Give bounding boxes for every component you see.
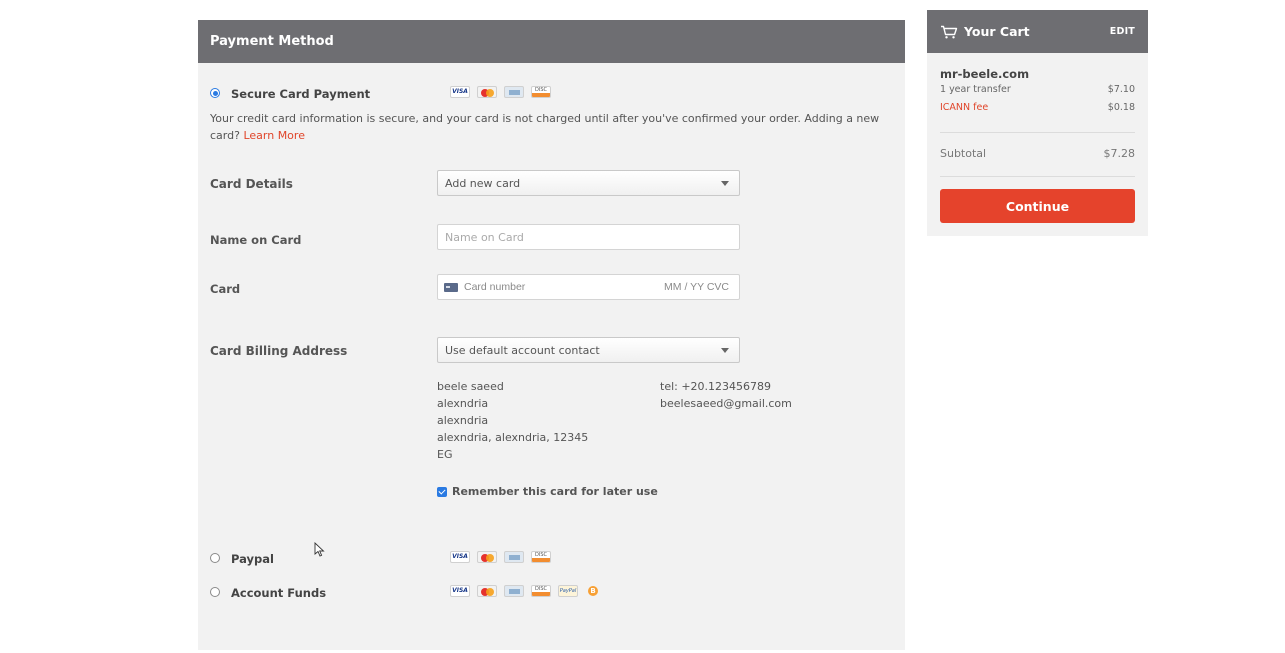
address-line: alexndria (437, 414, 489, 427)
discover-icon (531, 585, 551, 597)
paypal-radio[interactable] (210, 553, 220, 563)
paypal-icon (558, 585, 578, 597)
cart-line-item: ICANN fee $0.18 (940, 102, 1135, 113)
discover-icon (531, 551, 551, 563)
cart-line-price: $0.18 (1107, 102, 1135, 113)
address-line: alexndria, alexndria, 12345 (437, 431, 589, 444)
payment-method-title: Payment Method (210, 34, 334, 49)
subtotal-value: $7.28 (1103, 147, 1136, 160)
billing-address-select[interactable]: Use default account contact (437, 337, 740, 363)
billing-contact-block: tel: +20.123456789 beelesaeed@gmail.com (660, 378, 792, 412)
credit-card-icon (444, 282, 458, 292)
mouse-cursor-icon (314, 542, 325, 557)
payment-method-panel: Payment Method Secure Card Payment Your … (198, 20, 905, 650)
billing-address-selected: Use default account contact (445, 343, 600, 357)
card-label: Card (210, 282, 241, 296)
name-on-card-placeholder: Name on Card (445, 230, 524, 244)
secure-card-logos (450, 86, 551, 98)
amex-icon (504, 86, 524, 98)
remember-card-label[interactable]: Remember this card for later use (452, 485, 658, 498)
billing-address-label: Card Billing Address (210, 344, 348, 358)
cart-line-item: 1 year transfer $7.10 (940, 84, 1135, 95)
amex-icon (504, 585, 524, 597)
subtotal-label: Subtotal (940, 147, 987, 160)
bitcoin-icon (588, 586, 598, 596)
name-on-card-label: Name on Card (210, 233, 302, 247)
learn-more-link[interactable]: Learn More (243, 129, 305, 142)
cart-divider (940, 176, 1135, 177)
cart-divider (940, 132, 1135, 133)
card-exp-cvc-placeholder: MM / YY CVC (664, 281, 729, 293)
discover-icon (531, 86, 551, 98)
secure-card-info-text: Your credit card information is secure, … (210, 112, 880, 142)
visa-icon (450, 585, 470, 597)
name-on-card-input[interactable]: Name on Card (437, 224, 740, 250)
visa-icon (450, 86, 470, 98)
cart-subtotal: Subtotal $7.28 (940, 147, 1135, 160)
remember-card-checkbox[interactable] (437, 486, 447, 497)
cart-panel: Your Cart EDIT mr-beele.com 1 year trans… (927, 10, 1148, 236)
card-details-label: Card Details (210, 177, 293, 191)
cart-domain: mr-beele.com (940, 67, 1030, 81)
secure-card-info: Your credit card information is secure, … (210, 110, 890, 144)
mastercard-icon (477, 86, 497, 98)
continue-button[interactable]: Continue (940, 189, 1135, 223)
contact-email: beelesaeed@gmail.com (660, 397, 792, 410)
address-line: beele saeed (437, 380, 504, 393)
contact-phone: tel: +20.123456789 (660, 380, 772, 393)
card-details-selected: Add new card (445, 176, 521, 190)
amex-icon (504, 551, 524, 563)
cart-header: Your Cart EDIT (927, 10, 1148, 53)
cart-line-label: ICANN fee (940, 102, 989, 113)
card-number-placeholder: Card number (464, 281, 526, 293)
billing-address-block: beele saeed alexndria alexndria alexndri… (437, 378, 588, 463)
cart-line-label: 1 year transfer (940, 84, 1011, 95)
secure-card-label[interactable]: Secure Card Payment (231, 87, 370, 101)
cart-edit-link[interactable]: EDIT (1110, 26, 1135, 37)
card-number-input[interactable]: Card number MM / YY CVC (437, 274, 740, 300)
secure-card-radio[interactable] (210, 88, 220, 98)
chevron-down-icon (721, 348, 729, 353)
visa-icon (450, 551, 470, 563)
mastercard-icon (477, 585, 497, 597)
chevron-down-icon (721, 181, 729, 186)
account-funds-label[interactable]: Account Funds (231, 586, 326, 600)
mastercard-icon (477, 551, 497, 563)
card-details-select[interactable]: Add new card (437, 170, 740, 196)
paypal-logos (450, 551, 551, 563)
account-funds-radio[interactable] (210, 587, 220, 597)
cart-line-price: $7.10 (1107, 84, 1135, 95)
address-line: EG (437, 448, 453, 461)
shopping-cart-icon (941, 25, 958, 38)
payment-method-header: Payment Method (198, 20, 905, 63)
remember-card-option[interactable]: Remember this card for later use (437, 485, 658, 498)
address-line: alexndria (437, 397, 489, 410)
account-funds-logos (450, 585, 598, 597)
cart-title: Your Cart (964, 24, 1030, 39)
paypal-label[interactable]: Paypal (231, 552, 274, 566)
